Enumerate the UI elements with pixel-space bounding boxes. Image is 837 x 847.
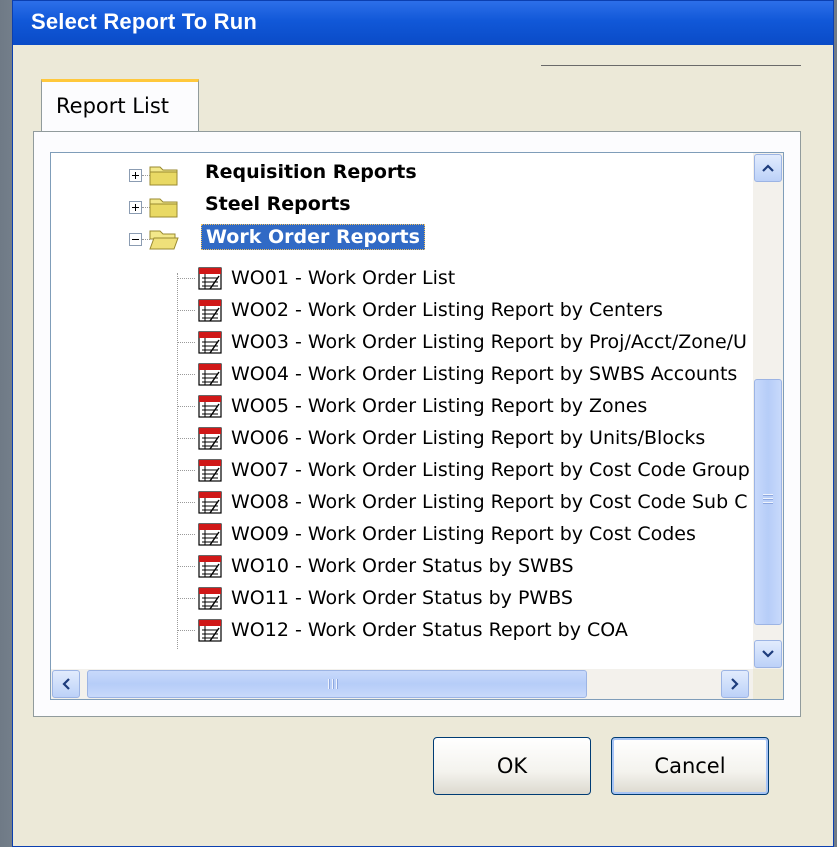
report-label: WO02 - Work Order Listing Report by Cent…	[231, 299, 663, 321]
report-item-wo05[interactable]: WO05 - Work Order Listing Report by Zone…	[51, 391, 751, 421]
report-item-wo09[interactable]: WO09 - Work Order Listing Report by Cost…	[51, 519, 751, 549]
report-label: WO01 - Work Order List	[231, 267, 456, 289]
folder-open-icon	[149, 230, 179, 250]
horizontal-scroll-thumb[interactable]	[87, 670, 587, 698]
report-icon	[198, 459, 222, 482]
report-item-wo02[interactable]: WO02 - Work Order Listing Report by Cent…	[51, 295, 751, 325]
select-report-dialog: Select Report To Run Report List Requisi…	[12, 0, 834, 847]
report-label: WO11 - Work Order Status by PWBS	[231, 587, 573, 609]
report-item-wo06[interactable]: WO06 - Work Order Listing Report by Unit…	[51, 423, 751, 453]
tab-label: Report List	[56, 94, 169, 118]
report-label: WO10 - Work Order Status by SWBS	[231, 555, 574, 577]
report-label: WO09 - Work Order Listing Report by Cost…	[231, 523, 696, 545]
report-label: WO04 - Work Order Listing Report by SWBS…	[231, 363, 738, 385]
report-item-wo08[interactable]: WO08 - Work Order Listing Report by Cost…	[51, 487, 751, 517]
cancel-button[interactable]: Cancel	[611, 737, 769, 795]
folder-closed-icon	[149, 198, 178, 218]
chevron-down-icon	[762, 650, 774, 658]
report-tree[interactable]: Requisition Reports Steel Reports Work O…	[50, 152, 784, 700]
collapse-toggle[interactable]	[129, 233, 142, 246]
vertical-scroll-thumb[interactable]	[754, 379, 782, 625]
ok-button[interactable]: OK	[433, 737, 591, 795]
scroll-down-button[interactable]	[754, 640, 782, 668]
report-item-wo04[interactable]: WO04 - Work Order Listing Report by SWBS…	[51, 359, 751, 389]
report-label: WO05 - Work Order Listing Report by Zone…	[231, 395, 648, 417]
report-icon	[198, 619, 222, 642]
report-item-wo07[interactable]: WO07 - Work Order Listing Report by Cost…	[51, 455, 751, 485]
report-label: WO07 - Work Order Listing Report by Cost…	[231, 459, 750, 481]
report-item-wo11[interactable]: WO11 - Work Order Status by PWBS	[51, 583, 751, 613]
scroll-right-button[interactable]	[721, 670, 749, 698]
scroll-up-button[interactable]	[754, 154, 782, 182]
scroll-left-button[interactable]	[52, 670, 80, 698]
report-icon	[198, 555, 222, 578]
report-item-wo12[interactable]: WO12 - Work Order Status Report by COA	[51, 615, 751, 645]
folder-closed-icon	[149, 166, 178, 186]
report-icon	[198, 267, 222, 290]
window-title: Select Report To Run	[31, 9, 258, 34]
title-bar[interactable]: Select Report To Run	[13, 1, 833, 45]
scroll-corner	[753, 669, 783, 699]
tab-panel: Requisition Reports Steel Reports Work O…	[33, 131, 801, 717]
report-label: WO12 - Work Order Status Report by COA	[231, 619, 628, 641]
report-icon	[198, 523, 222, 546]
report-item-wo01[interactable]: WO01 - Work Order List	[51, 263, 751, 293]
divider	[541, 65, 801, 66]
vertical-scrollbar[interactable]	[753, 153, 783, 669]
folder-label-requisition-reports[interactable]: Requisition Reports	[201, 160, 421, 184]
folder-label-steel-reports[interactable]: Steel Reports	[201, 192, 355, 216]
folder-label-work-order-reports[interactable]: Work Order Reports	[201, 224, 425, 250]
report-icon	[198, 299, 222, 322]
report-icon	[198, 395, 222, 418]
report-item-wo10[interactable]: WO10 - Work Order Status by SWBS	[51, 551, 751, 581]
chevron-left-icon	[62, 678, 70, 690]
tree-canvas: Requisition Reports Steel Reports Work O…	[51, 153, 755, 669]
report-label: WO08 - Work Order Listing Report by Cost…	[231, 491, 748, 513]
tab-report-list[interactable]: Report List	[41, 79, 199, 131]
chevron-up-icon	[762, 164, 774, 172]
report-icon	[198, 427, 222, 450]
report-label: WO06 - Work Order Listing Report by Unit…	[231, 427, 706, 449]
report-label: WO03 - Work Order Listing Report by Proj…	[231, 331, 747, 353]
report-item-wo03[interactable]: WO03 - Work Order Listing Report by Proj…	[51, 327, 751, 357]
report-icon	[198, 491, 222, 514]
report-icon	[198, 331, 222, 354]
expand-toggle[interactable]	[129, 201, 142, 214]
chevron-right-icon	[731, 678, 739, 690]
report-icon	[198, 587, 222, 610]
expand-toggle[interactable]	[129, 169, 142, 182]
report-icon	[198, 363, 222, 386]
horizontal-scrollbar[interactable]	[51, 669, 755, 699]
